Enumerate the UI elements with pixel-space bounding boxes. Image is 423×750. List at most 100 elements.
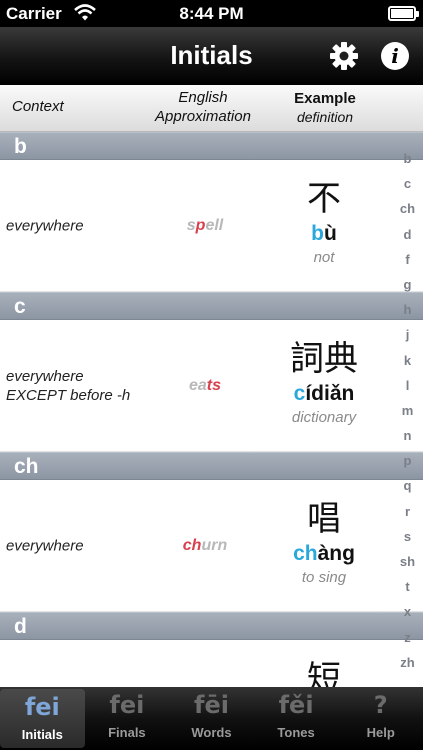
context-line: everywhere [6, 217, 84, 234]
index-letter[interactable]: p [392, 448, 423, 473]
info-icon[interactable]: i [381, 42, 409, 70]
gear-icon[interactable] [329, 41, 359, 71]
battery-fill [391, 9, 413, 18]
index-letter[interactable]: m [392, 398, 423, 423]
example: 短 [268, 658, 380, 687]
index-letter[interactable]: g [392, 272, 423, 297]
pinyin-rest: ù [324, 222, 337, 245]
tab-words[interactable]: fēi Words [169, 687, 254, 750]
english-approximation: churn [140, 537, 270, 555]
navigation-bar: Initials i [0, 27, 423, 85]
section: ch everywhere churn 唱 chàng to sing [0, 452, 423, 612]
pinyin-initial: ch [293, 542, 318, 565]
english-approximation: spell [140, 217, 270, 235]
index-letter[interactable]: s [392, 524, 423, 549]
index-letter[interactable]: r [392, 499, 423, 524]
context-text: everywhere EXCEPT before -h [6, 367, 130, 405]
index-letter[interactable]: q [392, 473, 423, 498]
tab-label: Finals [108, 725, 146, 740]
example-definition: to sing [301, 569, 347, 586]
tab-help[interactable]: ? Help [338, 687, 423, 750]
section: c everywhere EXCEPT before -h eats 詞典 cí… [0, 292, 423, 452]
tab-label: Words [191, 725, 232, 740]
pinyin-initial: c [293, 382, 306, 405]
example: 詞典 cídiǎn dictionary [268, 338, 380, 428]
index-letter[interactable]: sh [392, 549, 423, 574]
example-hanzi: 詞典 [290, 339, 358, 379]
section-header: b [0, 132, 423, 160]
english-label-line1: English [178, 89, 228, 106]
tab-finals[interactable]: fei Finals [85, 687, 170, 750]
example-hanzi: 不 [307, 179, 341, 219]
words-tab-icon: fēi [194, 691, 229, 719]
example-hanzi: 短 [307, 659, 341, 687]
context-column-label: Context [12, 98, 64, 115]
example: 不 bù not [268, 178, 380, 268]
section-header: c [0, 292, 423, 320]
index-letter[interactable]: ch [392, 196, 423, 221]
tab-label: Help [366, 725, 395, 740]
context-line: everywhere [6, 537, 84, 554]
english-approximation: eats [140, 377, 270, 395]
approx-highlight: ts [206, 376, 222, 394]
example-definition: dictionary [291, 409, 357, 426]
context-text: everywhere [6, 216, 84, 235]
example-definition: not [313, 249, 335, 266]
example-label-line2: definition [296, 109, 354, 125]
clock: 8:44 PM [179, 4, 244, 23]
section-header: d [0, 612, 423, 640]
tab-initials[interactable]: fei Initials [0, 689, 85, 748]
index-letter[interactable]: j [392, 322, 423, 347]
pinyin-rest: ídiǎn [305, 382, 355, 405]
approx-highlight: p [195, 216, 206, 234]
index-letter[interactable]: d [392, 222, 423, 247]
example-label-line1: Example [294, 90, 356, 107]
tab-tones[interactable]: fěi Tones [254, 687, 339, 750]
index-letter[interactable]: t [392, 574, 423, 599]
tones-tab-icon: fěi [278, 691, 314, 719]
index-letter[interactable]: x [392, 599, 423, 624]
example-hanzi: 唱 [307, 499, 341, 539]
initials-tab-icon: fei [24, 693, 60, 721]
approx-part: urn [201, 536, 228, 554]
index-letter[interactable]: b [392, 146, 423, 171]
index-letter[interactable]: h [392, 297, 423, 322]
approx-highlight: ch [182, 536, 202, 554]
list-item[interactable]: everywhere churn 唱 chàng to sing [0, 480, 423, 612]
tab-label: Initials [21, 727, 63, 742]
status-bar: Carrier 8:44 PM [0, 0, 423, 27]
example-pinyin: cídiǎn [268, 380, 380, 408]
section-index[interactable]: b c ch d f g h j k l m n p q r s sh t x z zh [392, 146, 423, 674]
section: d 短 [0, 612, 423, 687]
pinyin-rest: àng [317, 542, 355, 565]
index-letter[interactable]: c [392, 171, 423, 196]
index-letter[interactable]: f [392, 247, 423, 272]
section: b everywhere spell 不 bù not [0, 132, 423, 292]
index-letter[interactable]: z [392, 625, 423, 650]
tab-bar: fei Initials fei Finals fēi Words fěi To… [0, 687, 423, 750]
pinyin-initial: b [311, 222, 324, 245]
finals-tab-icon: fei [109, 691, 145, 719]
index-letter[interactable]: zh [392, 650, 423, 675]
example-pinyin: bù [268, 220, 380, 248]
context-text: everywhere [6, 536, 84, 555]
example-pinyin: chàng [268, 540, 380, 568]
list-item[interactable]: everywhere EXCEPT before -h eats 詞典 cídi… [0, 320, 423, 452]
example-column-label: Example definition [270, 89, 380, 127]
example: 唱 chàng to sing [268, 498, 380, 588]
help-icon: ? [373, 691, 388, 719]
index-letter[interactable]: k [392, 348, 423, 373]
index-letter[interactable]: l [392, 373, 423, 398]
english-approximation-column-label: English Approximation [146, 88, 260, 126]
tab-label: Tones [277, 725, 315, 740]
column-header: Context English Approximation Example de… [0, 85, 423, 132]
english-label-line2: Approximation [155, 108, 251, 125]
approx-part: ell [205, 216, 224, 234]
index-letter[interactable]: n [392, 423, 423, 448]
list-item[interactable]: everywhere spell 不 bù not [0, 160, 423, 292]
list-item[interactable]: 短 [0, 640, 423, 687]
context-line: EXCEPT before -h [6, 386, 131, 404]
approx-part: ea [188, 376, 207, 394]
approx-part: s [186, 216, 196, 234]
initials-list[interactable]: b everywhere spell 不 bù not c everywhere… [0, 132, 423, 687]
